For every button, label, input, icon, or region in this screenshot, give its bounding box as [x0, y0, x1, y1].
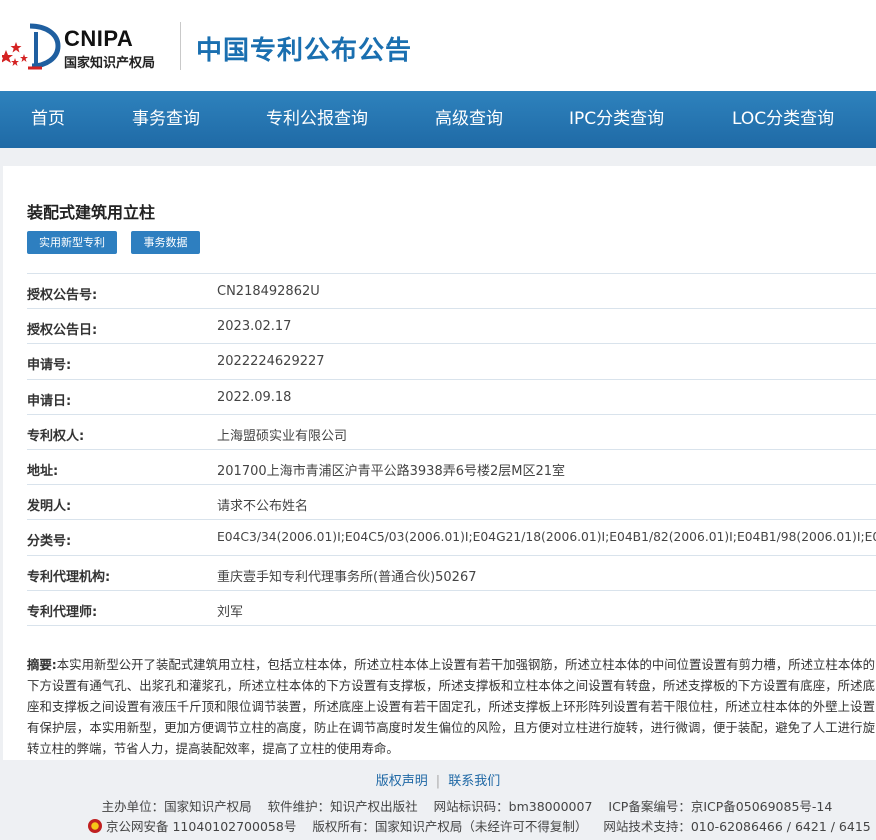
field-label: 申请日: [27, 393, 72, 409]
field-value: 重庆壹手知专利代理事务所(普通合伙)50267 [217, 569, 477, 585]
footer-sponsor: 主办单位：国家知识产权局 [101, 799, 252, 814]
utility-model-tag-button[interactable]: 实用新型专利 [27, 231, 117, 254]
logo-chinese-text: 国家知识产权局 [64, 56, 156, 71]
field-row: 发明人: 请求不公布姓名 [27, 484, 876, 519]
field-row: 分类号: E04C3/34(2006.01)I;E04C5/03(2006.01… [27, 519, 876, 554]
nav-item-home[interactable]: 首页 [31, 91, 65, 148]
cnipa-logo[interactable]: CNIPA 国家知识产权局 [2, 20, 172, 72]
footer-copyright: 版权所有：国家知识产权局（未经许可不得复制） [312, 819, 588, 834]
footer-links: 版权声明 | 联系我们 [0, 770, 876, 789]
field-label: 专利代理机构: [27, 569, 111, 585]
field-label: 专利权人: [27, 428, 85, 444]
abstract: 摘要:本实用新型公开了装配式建筑用立柱，包括立柱本体，所述立柱本体上设置有若干加… [27, 654, 875, 759]
patent-detail-panel: 装配式建筑用立柱 实用新型专利 事务数据 授权公告号: CN218492862U… [3, 166, 876, 760]
field-label: 分类号: [27, 534, 72, 550]
footer-info-line: 主办单位：国家知识产权局 软件维护：知识产权出版社 网站标识码：bm380000… [0, 796, 876, 815]
divider [27, 624, 876, 626]
footer-site-code: 网站标识码：bm38000007 [433, 799, 593, 814]
field-value: 2022224629227 [217, 354, 325, 370]
field-value: 上海盟硕实业有限公司 [217, 428, 348, 444]
patent-title: 装配式建筑用立柱 [27, 203, 156, 222]
field-value: 刘军 [217, 604, 244, 620]
footer-public-security[interactable]: 京公网安备 11040102700058号 [106, 819, 296, 834]
field-row: 专利代理机构: 重庆壹手知专利代理事务所(普通合伙)50267 [27, 554, 876, 590]
footer-tech-support: 网站技术支持：010-62086466 / 6421 / 6415 [603, 819, 871, 834]
footer-icp[interactable]: ICP备案编号：京ICP备05069085号-14 [608, 799, 832, 814]
nav-item-ipc-query[interactable]: IPC分类查询 [569, 91, 664, 148]
nav-item-advanced-query[interactable]: 高级查询 [435, 91, 503, 148]
field-row: 申请号: 2022224629227 [27, 343, 876, 378]
field-row: 专利代理师: 刘军 [27, 589, 876, 625]
footer-info-line: 京公网安备 11040102700058号 版权所有：国家知识产权局（未经许可不… [88, 816, 871, 835]
field-row: 授权公告号: CN218492862U [27, 273, 876, 308]
field-value: CN218492862U [217, 284, 320, 299]
field-label: 地址: [27, 463, 59, 479]
footer-separator: | [435, 774, 441, 789]
copyright-link[interactable]: 版权声明 [376, 774, 428, 789]
header-divider [180, 22, 181, 70]
nav-item-gazette-query[interactable]: 专利公报查询 [266, 91, 368, 148]
field-value: 201700上海市青浦区沪青平公路3938弄6号楼2层M区21室 [217, 463, 566, 479]
site-title: 中国专利公布公告 [196, 36, 413, 66]
site-header: CNIPA 国家知识产权局 中国专利公布公告 [0, 0, 876, 91]
transaction-data-button[interactable]: 事务数据 [131, 231, 200, 254]
field-label: 专利代理师: [27, 604, 98, 620]
field-value: E04C3/34(2006.01)I;E04C5/03(2006.01)I;E0… [217, 530, 876, 545]
logo-english-text: CNIPA [64, 26, 134, 51]
field-value: 请求不公布姓名 [217, 499, 309, 515]
field-value: 2023.02.17 [217, 319, 292, 335]
nav-item-loc-query[interactable]: LOC分类查询 [732, 91, 834, 148]
contact-us-link[interactable]: 联系我们 [448, 774, 500, 789]
main-nav: 首页 事务查询 专利公报查询 高级查询 IPC分类查询 LOC分类查询 [0, 91, 876, 148]
field-row: 授权公告日: 2023.02.17 [27, 308, 876, 343]
police-badge-icon [88, 819, 102, 833]
field-row: 地址: 201700上海市青浦区沪青平公路3938弄6号楼2层M区21室 [27, 448, 876, 484]
field-row: 申请日: 2022.09.18 [27, 378, 876, 414]
cnipa-logo-icon [2, 23, 61, 70]
abstract-text: 本实用新型公开了装配式建筑用立柱，包括立柱本体，所述立柱本体上设置有若干加强钢筋… [27, 657, 876, 756]
patent-fields: 授权公告号: CN218492862U 授权公告日: 2023.02.17 申请… [27, 273, 876, 626]
field-label: 授权公告号: [27, 288, 98, 303]
field-label: 授权公告日: [27, 323, 98, 339]
field-row: 专利权人: 上海盟硕实业有限公司 [27, 413, 876, 449]
nav-item-transaction-query[interactable]: 事务查询 [132, 91, 200, 148]
footer-maintenance: 软件维护：知识产权出版社 [267, 799, 418, 814]
abstract-label: 摘要: [27, 657, 57, 672]
field-label: 申请号: [27, 358, 72, 374]
field-value: 2022.09.18 [217, 389, 292, 405]
site-footer: 版权声明 | 联系我们 主办单位：国家知识产权局 软件维护：知识产权出版社 网站标识… [0, 760, 876, 840]
field-label: 发明人: [27, 499, 72, 515]
